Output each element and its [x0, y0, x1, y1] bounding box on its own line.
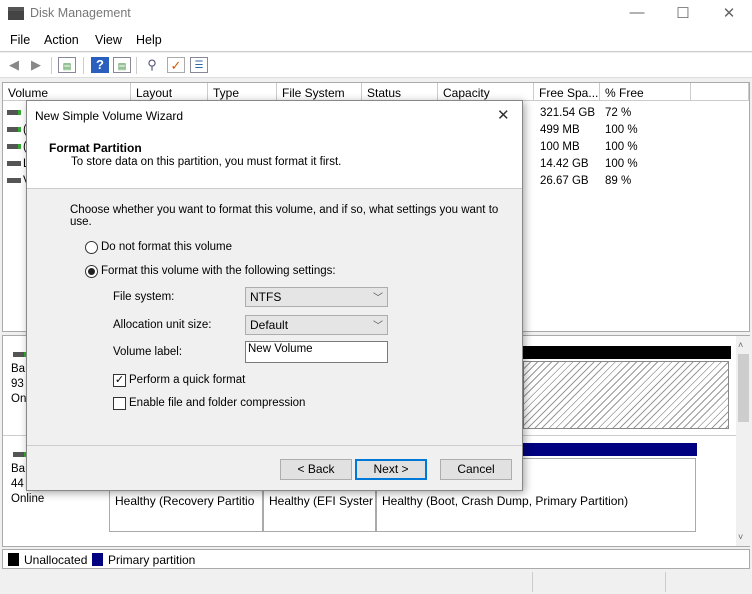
- toolbar-divider: [136, 57, 137, 74]
- unallocated-swatch: [8, 553, 19, 566]
- volume-icon: [7, 127, 21, 132]
- scroll-down-icon[interactable]: ˅: [738, 532, 743, 542]
- free-space-cell: 26.67 GB: [540, 175, 589, 187]
- do-not-format-radio[interactable]: [85, 241, 98, 254]
- quick-format-label[interactable]: Perform a quick format: [129, 374, 245, 386]
- menu-help[interactable]: Help: [136, 33, 162, 47]
- page-subtitle: To store data on this partition, you mus…: [71, 156, 342, 168]
- title-bar: Disk Management — ☐ ✕: [0, 0, 752, 28]
- volume-icon: [7, 161, 21, 166]
- volume-label-label: Volume label:: [113, 346, 183, 358]
- disk-1-name: Ba: [11, 463, 26, 475]
- percent-free-cell: 89 %: [605, 175, 632, 187]
- settings-list-icon[interactable]: ☰: [190, 57, 208, 73]
- status-divider: [665, 572, 666, 592]
- chevron-down-icon: ﹀: [373, 321, 383, 332]
- column-header-layout[interactable]: Layout: [131, 83, 208, 101]
- minimize-button[interactable]: —: [614, 4, 660, 24]
- next-button[interactable]: Next >: [355, 459, 427, 480]
- file-system-select[interactable]: NTFS ﹀: [245, 287, 388, 307]
- scrollbar-thumb[interactable]: [738, 354, 749, 422]
- unallocated-region[interactable]: [523, 361, 729, 429]
- column-header-file-system[interactable]: File System: [277, 83, 362, 101]
- toolbar-divider: [83, 57, 84, 74]
- maximize-button[interactable]: ☐: [660, 4, 706, 24]
- new-simple-volume-wizard: New Simple Volume Wizard ✕ Format Partit…: [26, 100, 523, 491]
- quick-format-checkbox[interactable]: ✓: [113, 374, 126, 387]
- percent-free-cell: 72 %: [605, 107, 632, 119]
- close-button[interactable]: ✕: [706, 4, 752, 24]
- column-header-percent-free[interactable]: % Free: [600, 83, 691, 101]
- volume-label-input[interactable]: [245, 341, 388, 363]
- forward-arrow-icon[interactable]: ▶: [27, 57, 45, 73]
- compression-label[interactable]: Enable file and folder compression: [129, 397, 305, 409]
- free-space-cell: 499 MB: [540, 124, 580, 136]
- allocation-unit-value: Default: [250, 318, 289, 332]
- format-volume-label[interactable]: Format this volume with the following se…: [101, 265, 336, 277]
- scroll-up-icon[interactable]: ˄: [738, 340, 743, 350]
- column-header-free-space[interactable]: Free Spa...: [534, 83, 600, 101]
- chevron-down-icon: ﹀: [373, 293, 383, 304]
- disk-icon: [13, 352, 27, 357]
- disk-icon: [13, 452, 27, 457]
- status-bar: [0, 570, 752, 594]
- menu-file[interactable]: File: [10, 33, 30, 47]
- console-tree-icon[interactable]: ▤: [58, 57, 76, 73]
- disk-0-name: Ba: [11, 363, 26, 375]
- dialog-title: New Simple Volume Wizard: [35, 109, 184, 123]
- percent-free-cell: 100 %: [605, 141, 638, 153]
- column-header-blank: [691, 83, 749, 101]
- action-pane-icon[interactable]: ▤: [113, 57, 131, 73]
- file-system-value: NTFS: [250, 290, 282, 304]
- legend: Unallocated Primary partition: [2, 549, 750, 569]
- back-button[interactable]: < Back: [280, 459, 352, 480]
- primary-swatch: [92, 553, 103, 566]
- legend-unallocated: Unallocated: [24, 553, 88, 567]
- menu-action[interactable]: Action: [44, 33, 79, 47]
- dialog-close-button[interactable]: ✕: [497, 106, 510, 124]
- disk-1-status: Online: [11, 493, 45, 505]
- volume-icon: [7, 110, 21, 115]
- menu-view[interactable]: View: [95, 33, 122, 47]
- volume-icon: [7, 178, 21, 183]
- allocation-unit-label: Allocation unit size:: [113, 319, 212, 331]
- disk-0-size: 93: [11, 378, 24, 390]
- column-header-volume[interactable]: Volume: [3, 83, 131, 101]
- properties-icon[interactable]: ✓: [167, 57, 185, 73]
- column-header-capacity[interactable]: Capacity: [438, 83, 534, 101]
- toolbar-divider: [51, 57, 52, 74]
- percent-free-cell: 100 %: [605, 158, 638, 170]
- unallocated-bar: [523, 346, 731, 359]
- free-space-cell: 14.42 GB: [540, 158, 589, 170]
- vertical-scrollbar[interactable]: ˄ ˅: [736, 336, 751, 546]
- percent-free-cell: 100 %: [605, 124, 638, 136]
- allocation-unit-select[interactable]: Default ﹀: [245, 315, 388, 335]
- status-divider: [532, 572, 533, 592]
- page-title: Format Partition: [49, 141, 142, 155]
- free-space-cell: 100 MB: [540, 141, 580, 153]
- help-icon[interactable]: ?: [91, 57, 109, 73]
- window-title: Disk Management: [30, 6, 131, 20]
- file-system-label: File system:: [113, 291, 175, 303]
- footer-divider: [27, 445, 522, 446]
- menu-bar: File Action View Help: [0, 28, 752, 52]
- cancel-button[interactable]: Cancel: [440, 459, 512, 480]
- free-space-cell: 321.54 GB: [540, 107, 595, 119]
- legend-primary: Primary partition: [108, 553, 196, 567]
- do-not-format-label[interactable]: Do not format this volume: [101, 241, 232, 253]
- column-header-status[interactable]: Status: [362, 83, 438, 101]
- dialog-header: Format Partition To store data on this p…: [27, 131, 522, 189]
- instruction-text: Choose whether you want to format this v…: [70, 204, 499, 228]
- connect-icon[interactable]: ⚲: [143, 57, 161, 73]
- column-header-type[interactable]: Type: [208, 83, 277, 101]
- back-arrow-icon[interactable]: ◀: [5, 57, 23, 73]
- format-volume-radio[interactable]: [85, 265, 98, 278]
- disk-management-icon: [8, 7, 24, 20]
- toolbar: ◀ ▶ ▤ ? ▤ ⚲ ✓ ☰: [0, 53, 752, 78]
- compression-checkbox[interactable]: [113, 397, 126, 410]
- disk-0-status: On: [11, 393, 27, 405]
- disk-1-size: 44: [11, 478, 24, 490]
- dialog-title-bar: New Simple Volume Wizard ✕: [27, 101, 522, 131]
- volume-icon: [7, 144, 21, 149]
